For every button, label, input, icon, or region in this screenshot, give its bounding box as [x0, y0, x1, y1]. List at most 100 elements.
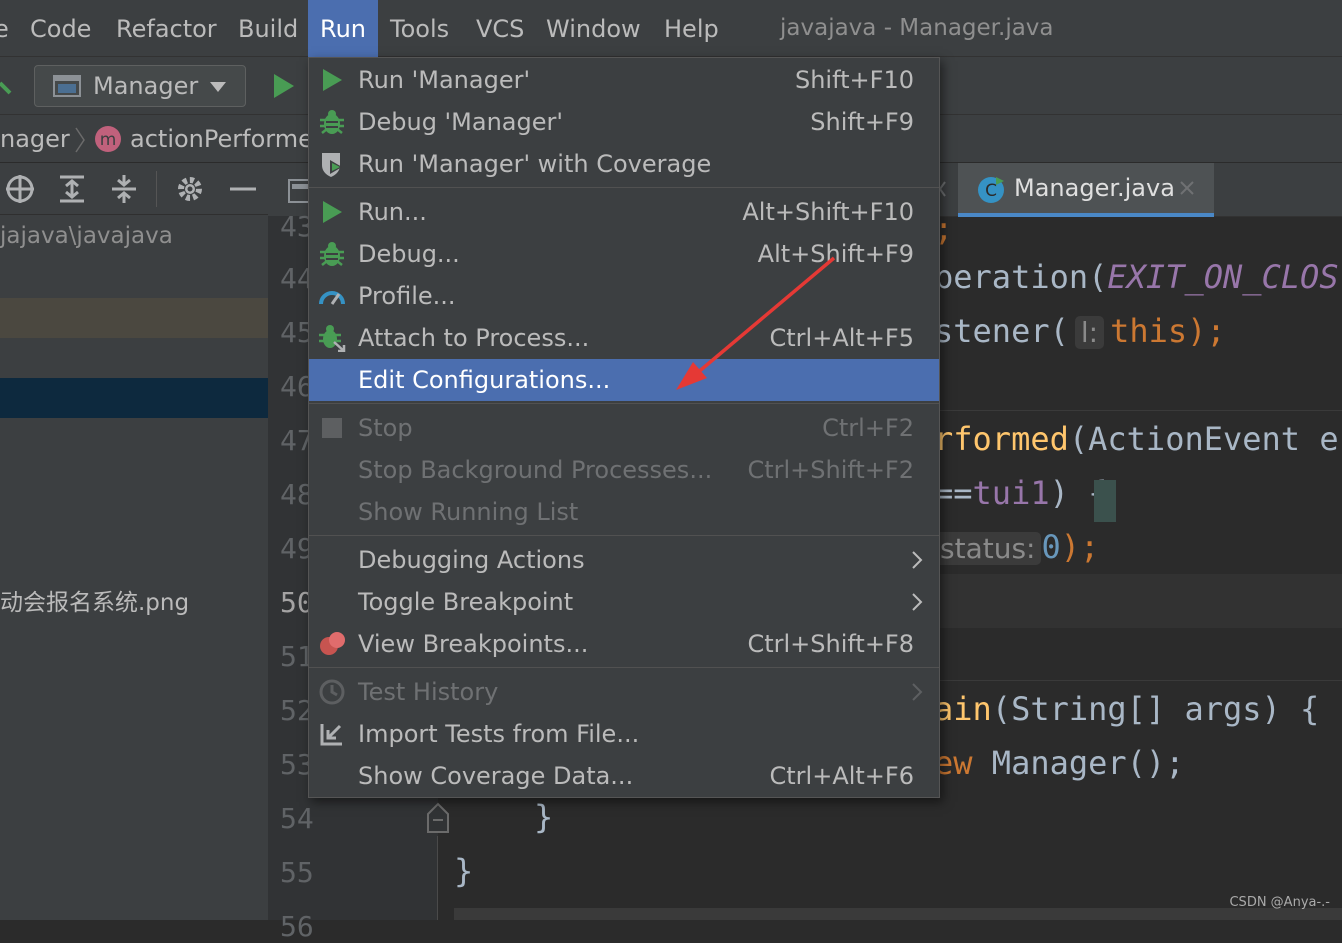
- menu-item-shortcut: Ctrl+Shift+F8: [747, 630, 914, 658]
- parameter-hint: status:: [934, 532, 1042, 565]
- menu-item-run-manager[interactable]: Run 'Manager' Shift+F10: [309, 59, 939, 101]
- code-token: peration(: [934, 258, 1108, 296]
- line-number: 56: [280, 910, 314, 943]
- tree-row-highlighted[interactable]: [0, 298, 268, 338]
- menu-item-label: View Breakpoints...: [358, 630, 589, 658]
- profile-icon: [319, 291, 345, 305]
- brace-match-highlight: [1094, 480, 1116, 522]
- menu-run[interactable]: Run: [308, 0, 378, 57]
- code-token: this: [1110, 312, 1188, 350]
- tab-close-icon[interactable]: [1180, 181, 1194, 195]
- menu-item-debug[interactable]: Debug... Alt+Shift+F9: [309, 233, 939, 275]
- menu-separator: [309, 403, 939, 404]
- svg-text:C: C: [985, 181, 997, 201]
- method-icon: m: [95, 126, 121, 152]
- menu-item-label: Debugging Actions: [358, 546, 585, 574]
- code-token: 0: [1041, 528, 1061, 566]
- menu-item-shortcut: Alt+Shift+F10: [742, 198, 914, 226]
- code-token: );: [1187, 312, 1226, 350]
- menu-item-shortcut: Shift+F10: [794, 66, 914, 94]
- breadcrumb-class[interactable]: nager: [0, 115, 70, 163]
- menu-window[interactable]: Window: [534, 0, 653, 57]
- build-icon[interactable]: [0, 79, 14, 101]
- menu-item-label: Run...: [358, 198, 427, 226]
- menu-item-shortcut: Shift+F9: [810, 108, 914, 136]
- chevron-right-icon: [912, 683, 923, 701]
- menu-item-show-coverage-data[interactable]: Show Coverage Data... Ctrl+Alt+F6: [309, 755, 939, 797]
- menu-item-run-with-coverage[interactable]: Run 'Manager' with Coverage: [309, 143, 939, 185]
- menu-item-shortcut: Ctrl+Alt+F5: [769, 324, 915, 352]
- history-icon: [319, 679, 345, 705]
- menu-item-test-history[interactable]: Test History: [309, 671, 939, 713]
- menu-item-stop[interactable]: Stop Ctrl+F2: [309, 407, 939, 449]
- menu-item-view-breakpoints[interactable]: View Breakpoints... Ctrl+Shift+F8: [309, 623, 939, 665]
- menu-code[interactable]: Code: [18, 0, 103, 57]
- code-line-55: }: [454, 852, 474, 890]
- menu-item-label: Attach to Process...: [358, 324, 590, 352]
- project-toolbar: [0, 163, 268, 215]
- menu-item-debug-manager[interactable]: Debug 'Manager' Shift+F9: [309, 101, 939, 143]
- run-menu-dropdown: Run 'Manager' Shift+F10 Debug 'Manager' …: [308, 57, 940, 798]
- hide-panel-icon[interactable]: [228, 173, 260, 205]
- horizontal-scrollbar[interactable]: [454, 908, 1342, 920]
- class-icon: C: [978, 177, 1004, 203]
- chevron-right-icon: [912, 551, 923, 569]
- menu-item-show-running-list[interactable]: Show Running List: [309, 491, 939, 533]
- menu-item-label: Edit Configurations...: [358, 366, 611, 394]
- run-configuration-selector[interactable]: Manager: [34, 65, 246, 107]
- collapse-all-icon[interactable]: [108, 173, 140, 205]
- menu-refactor[interactable]: Refactor: [104, 0, 229, 57]
- code-token: (String[] args) {: [991, 690, 1320, 728]
- chevron-down-icon: [210, 82, 226, 92]
- menu-item-label: Run 'Manager': [358, 66, 531, 94]
- attach-icon: [319, 325, 346, 352]
- code-token: tui1: [972, 474, 1050, 512]
- code-line-47: rformed(ActionEvent e: [934, 420, 1339, 458]
- menu-item-edit-configurations[interactable]: Edit Configurations...: [309, 359, 939, 401]
- run-icon[interactable]: [272, 73, 296, 99]
- menu-vcs[interactable]: VCS: [464, 0, 536, 57]
- menu-item-debugging-actions[interactable]: Debugging Actions: [309, 539, 939, 581]
- menu-item-label: Test History: [358, 678, 499, 706]
- line-number: 54: [280, 802, 314, 835]
- menu-item-profile[interactable]: Profile...: [309, 275, 939, 317]
- window-title: javajava - Manager.java: [780, 15, 1054, 41]
- watermark: CSDN @Anya-.-: [1229, 895, 1330, 910]
- menu-item-stop-background-processes[interactable]: Stop Background Processes... Ctrl+Shift+…: [309, 449, 939, 491]
- menu-item-label: Stop: [358, 414, 413, 442]
- tab-label: Manager.java: [1014, 174, 1175, 202]
- menu-item-attach-to-process[interactable]: Attach to Process... Ctrl+Alt+F5: [309, 317, 939, 359]
- project-panel: jajava\javajava 动会报名系统.png: [0, 163, 268, 920]
- menu-item-shortcut: Ctrl+Alt+F6: [769, 762, 915, 790]
- locate-icon[interactable]: [4, 173, 36, 205]
- code-line-44: peration(EXIT_ON_CLOS: [934, 258, 1339, 296]
- chevron-right-icon: [912, 593, 923, 611]
- tree-row-selected[interactable]: [0, 378, 268, 418]
- tree-file-png[interactable]: 动会报名系统.png: [0, 583, 189, 617]
- menu-build[interactable]: Build: [226, 0, 310, 57]
- parameter-hint: l:: [1074, 316, 1105, 349]
- gear-icon[interactable]: [174, 173, 206, 205]
- menu-separator: [309, 667, 939, 668]
- code-token: ain: [934, 690, 992, 728]
- menu-item-toggle-breakpoint[interactable]: Toggle Breakpoint: [309, 581, 939, 623]
- debug-icon: [320, 110, 344, 134]
- menu-help[interactable]: Help: [652, 0, 731, 57]
- menu-separator: [309, 187, 939, 188]
- run-icon: [323, 69, 342, 91]
- project-path: jajava\javajava: [0, 223, 173, 249]
- menu-item-shortcut: Ctrl+Shift+F2: [747, 456, 914, 484]
- menu-item-import-tests[interactable]: Import Tests from File...: [309, 713, 939, 755]
- tab-manager-java[interactable]: C Manager.java: [958, 163, 1214, 217]
- code-line-53: ew Manager();: [934, 744, 1184, 782]
- menu-item-label: Debug 'Manager': [358, 108, 563, 136]
- breadcrumb-method[interactable]: actionPerforme: [130, 115, 313, 163]
- application-icon: [53, 75, 81, 97]
- menu-tools[interactable]: Tools: [378, 0, 461, 57]
- breakpoints-icon: [320, 632, 345, 655]
- toolbar-divider: [156, 171, 157, 207]
- menu-item-run[interactable]: Run... Alt+Shift+F10: [309, 191, 939, 233]
- expand-all-icon[interactable]: [56, 173, 88, 205]
- debug-icon: [320, 242, 344, 266]
- menu-item-shortcut: Alt+Shift+F9: [757, 240, 914, 268]
